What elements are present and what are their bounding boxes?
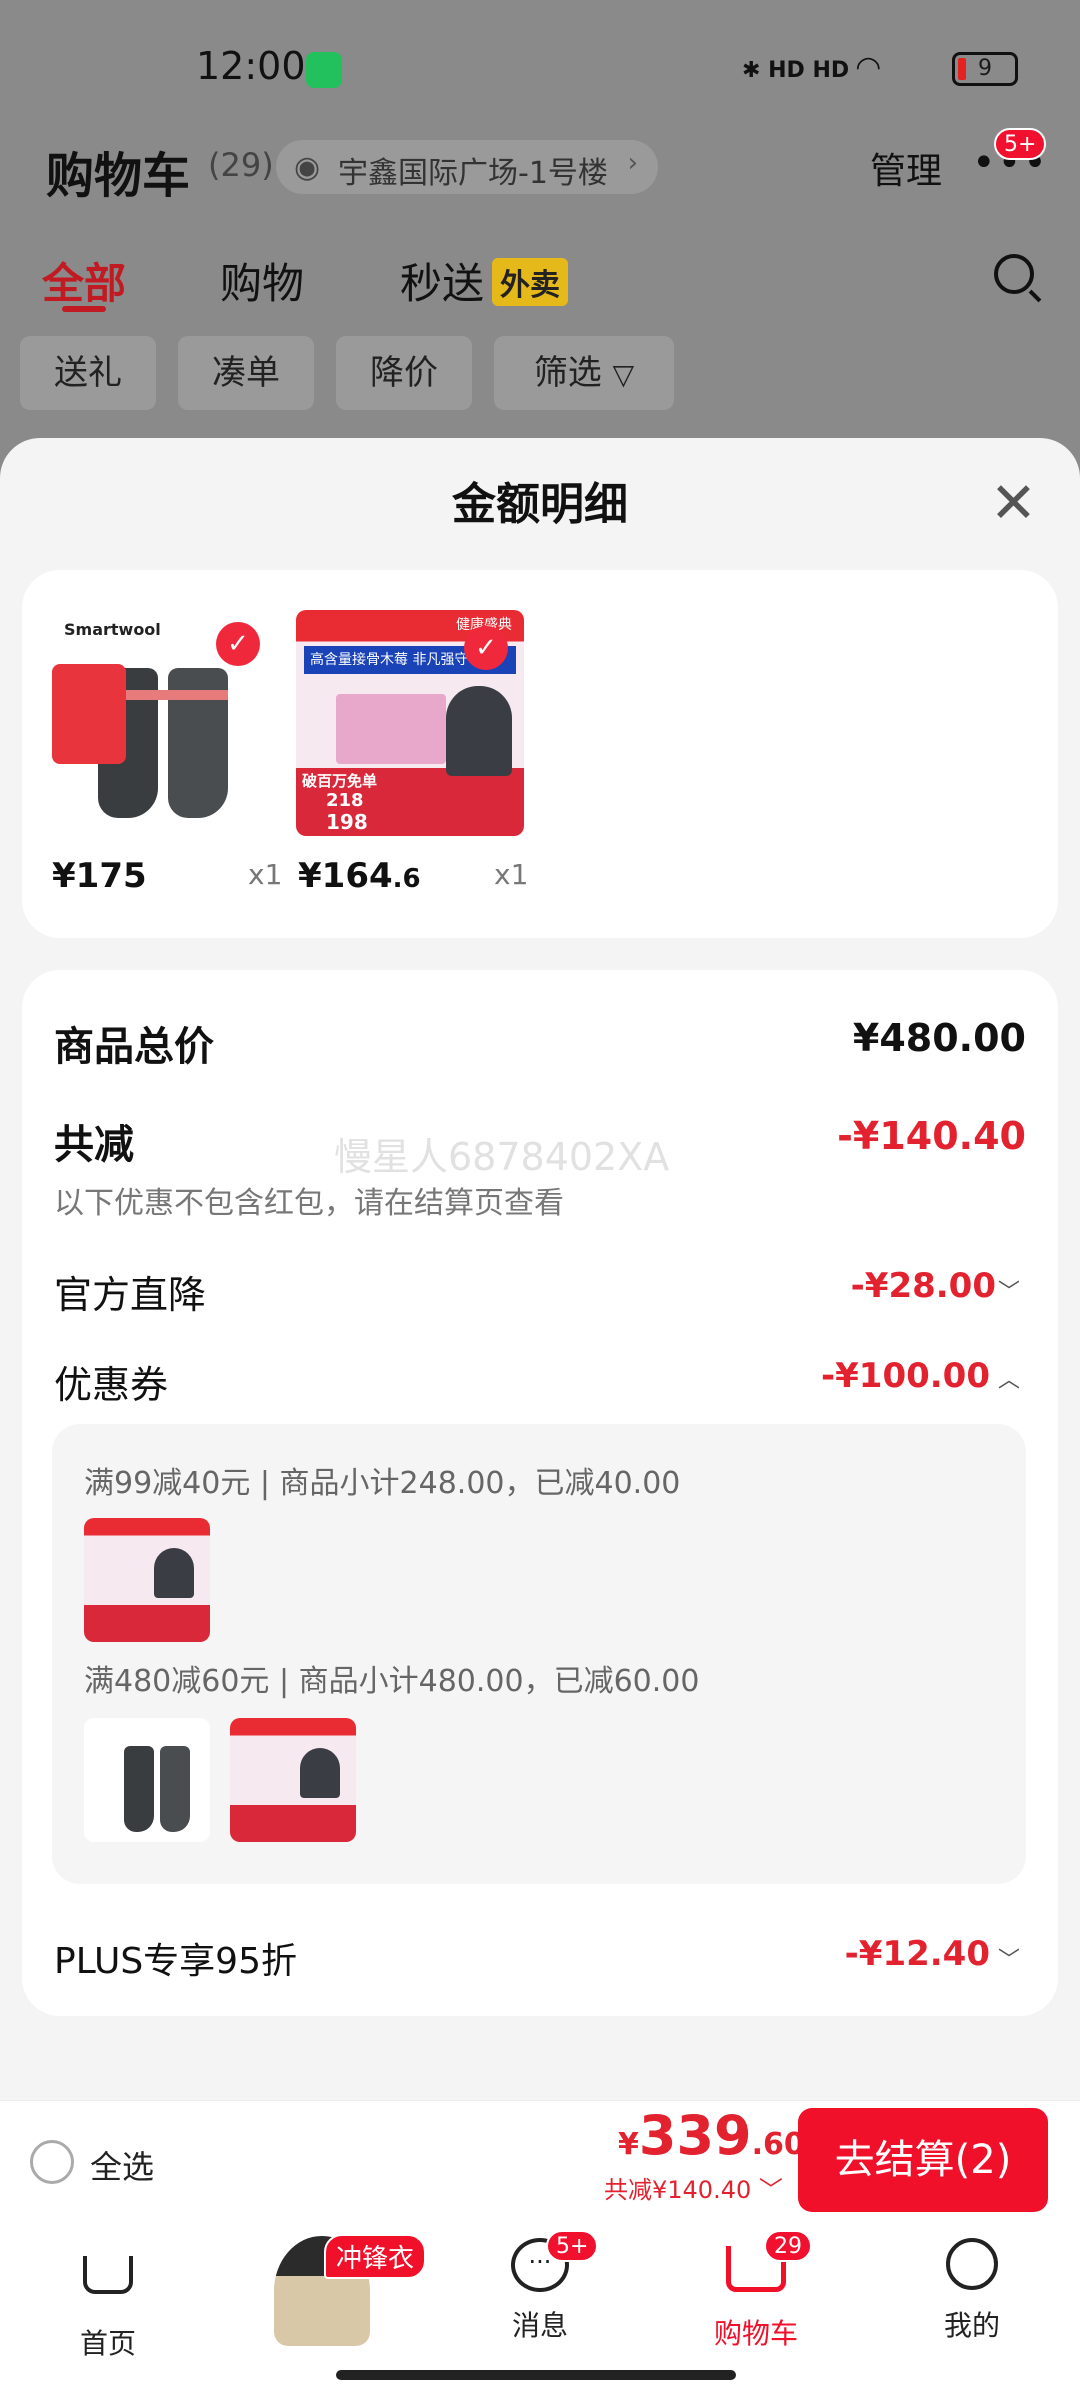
address-selector[interactable]: ◉ 宇鑫国际广场-1号楼 › [276, 140, 658, 194]
page-title: 购物车 [46, 148, 191, 204]
messages-badge: 5+ [546, 2230, 599, 2262]
chip-combine[interactable]: 凑单 [178, 336, 314, 410]
reduce-summary[interactable]: 共减¥140.40 ﹀ [604, 2170, 783, 2205]
chip-price-drop[interactable]: 降价 [336, 336, 472, 410]
coupon-value[interactable]: -¥100.00 [821, 1356, 990, 1396]
product-price: ¥164.6 [298, 856, 421, 896]
bluetooth-icon: ✱ [742, 58, 761, 83]
sock-shape [160, 1746, 190, 1832]
spokesperson [300, 1748, 340, 1798]
chevron-up-icon[interactable]: ︿ [998, 1362, 1020, 1394]
nav-me[interactable]: 我的 [902, 2234, 1042, 2344]
close-icon[interactable]: ✕ [990, 476, 1037, 532]
plus-discount-label: PLUS专享95折 [54, 1941, 297, 1982]
home-icon [83, 2256, 133, 2294]
select-all-radio[interactable] [30, 2140, 74, 2184]
cart-count: (29) [208, 146, 274, 184]
coupon-rule: 满480减60元 | 商品小计480.00，已减60.00 [84, 1664, 700, 1699]
signal-icons: ✱ HD HD ◠ [742, 50, 880, 85]
brand-logo: Smartwool [64, 620, 161, 639]
check-icon[interactable]: ✓ [464, 626, 508, 670]
payable-amount: ¥339.60 [618, 2104, 805, 2167]
chip-filter[interactable]: 筛选 ▽ [494, 336, 674, 410]
user-icon [946, 2238, 998, 2290]
jacket-badge: 冲锋衣 [324, 2234, 427, 2279]
tab-shopping[interactable]: 购物 [220, 250, 304, 311]
product-box [336, 694, 446, 764]
home-indicator [336, 2370, 736, 2380]
chevron-down-icon[interactable]: ﹀ [998, 1274, 1020, 1306]
manage-button[interactable]: 管理 [870, 142, 942, 194]
filter-icon: ▽ [612, 358, 635, 391]
product-qty: x1 [248, 858, 283, 891]
tab-fast-delivery[interactable]: 秒送 [400, 250, 484, 311]
official-discount-label: 官方直降 [54, 1273, 207, 1317]
official-discount-value[interactable]: -¥28.00 [851, 1266, 996, 1306]
reduce-value: -¥140.40 [837, 1114, 1026, 1158]
select-all-label[interactable]: 全选 [90, 2142, 154, 2188]
chip-gift[interactable]: 送礼 [20, 336, 156, 410]
spokesperson [154, 1548, 194, 1598]
tab-all[interactable]: 全部 [42, 250, 126, 311]
promo-sticker [52, 664, 126, 764]
chevron-down-icon[interactable]: ﹀ [998, 1942, 1020, 1974]
chevron-right-icon: › [627, 148, 638, 178]
eye-icon: ◉ [294, 150, 321, 185]
tab-underline [62, 306, 106, 312]
plus-discount-value[interactable]: -¥12.40 [845, 1934, 990, 1974]
total-value: ¥480.00 [852, 1016, 1026, 1060]
product-qty: x1 [494, 858, 529, 891]
coupon-rule: 满99减40元 | 商品小计248.00，已减40.00 [84, 1466, 681, 1501]
promo-price: 218 [326, 790, 364, 811]
promo-tag: 破百万免单 [302, 772, 378, 790]
product-price: ¥175 [52, 856, 147, 896]
promo-price: 198 [326, 810, 368, 834]
check-icon[interactable]: ✓ [216, 622, 260, 666]
coupon-product-thumb [230, 1718, 356, 1842]
address-text: 宇鑫国际广场-1号楼 [338, 156, 608, 191]
battery-icon: 9 [952, 52, 1018, 86]
coupon-product-thumb [84, 1518, 210, 1642]
nav-home[interactable]: 首页 [38, 2234, 178, 2362]
status-time: 12:00 [196, 44, 306, 88]
coupon-product-thumb [84, 1718, 210, 1842]
sock-shape [124, 1746, 154, 1832]
coupon-label: 优惠券 [54, 1363, 169, 1407]
wifi-icon: ◠ [856, 50, 880, 85]
spokesperson [446, 686, 512, 776]
reduce-label: 共减 [54, 1122, 134, 1168]
total-label: 商品总价 [54, 1024, 214, 1070]
cart-badge: 29 [764, 2230, 812, 2262]
more-badge: 5+ [994, 128, 1047, 160]
waimai-badge: 外卖 [492, 258, 568, 306]
wechat-icon [306, 52, 342, 88]
chevron-down-icon: ﹀ [758, 2176, 783, 2204]
sheet-title: 金额明细 [452, 479, 628, 530]
watermark-text: 慢星人6878402XA [334, 1135, 670, 1179]
reduce-note: 以下优惠不包含红包，请在结算页查看 [54, 1186, 564, 1221]
checkout-button[interactable]: 去结算(2) [798, 2108, 1048, 2212]
search-icon[interactable] [994, 254, 1034, 294]
